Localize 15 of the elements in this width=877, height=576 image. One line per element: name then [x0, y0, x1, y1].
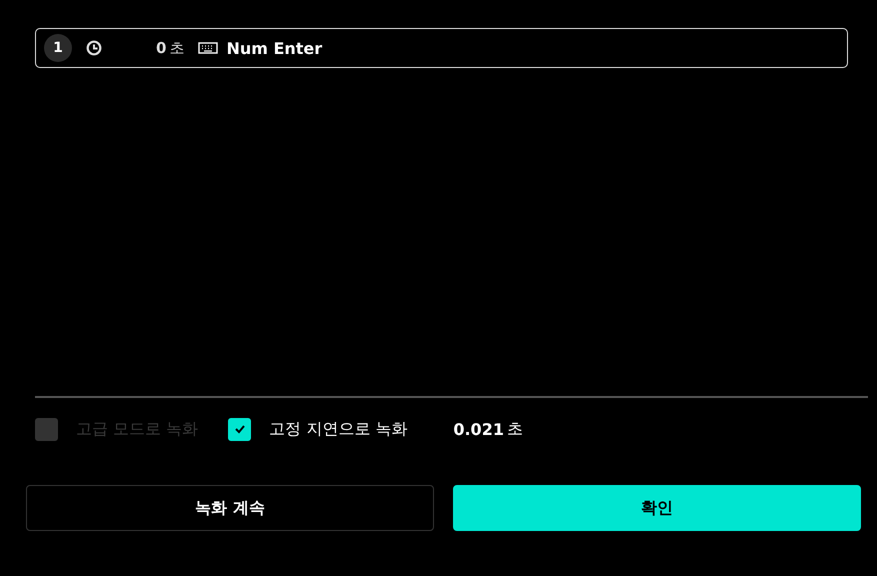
check-icon: [234, 424, 246, 434]
clock-icon: [86, 40, 102, 56]
key-name: Num Enter: [226, 38, 322, 58]
delay-unit: 초: [506, 418, 523, 440]
delay-unit: 초: [169, 38, 184, 58]
continue-recording-button[interactable]: 녹화 계속: [26, 485, 434, 531]
delay-value: 0: [156, 39, 166, 57]
option-label: 고정 지연으로 녹화: [269, 418, 408, 440]
delay-value: 0.021: [453, 420, 504, 438]
confirm-button[interactable]: 확인: [453, 485, 861, 531]
step-row[interactable]: 1 0 초 Num Enter: [35, 28, 848, 68]
checkbox[interactable]: [228, 418, 252, 440]
step-number: 1: [44, 34, 72, 62]
keyboard-icon: [198, 42, 218, 54]
option-label: 고급 모드로 녹화: [76, 418, 198, 440]
